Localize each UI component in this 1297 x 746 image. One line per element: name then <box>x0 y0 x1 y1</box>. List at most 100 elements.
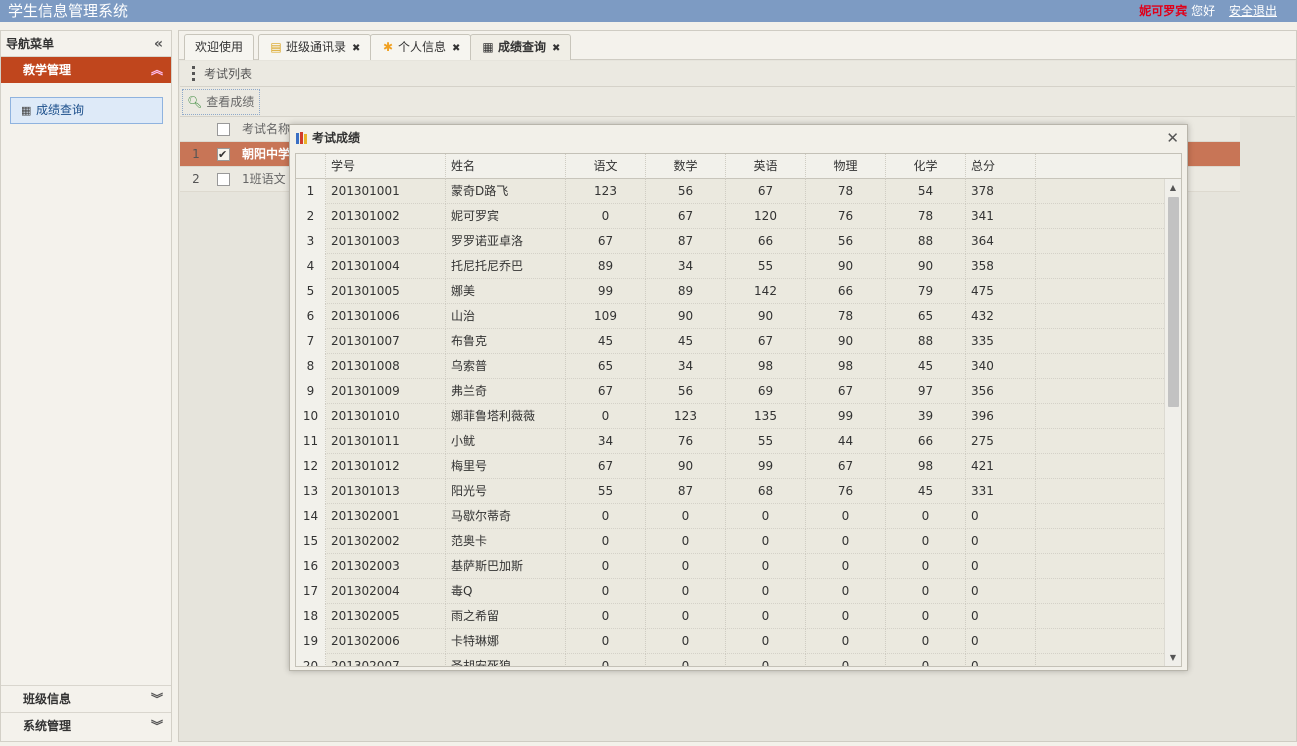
table-cell: 圣胡安死狼 <box>446 654 566 666</box>
table-row[interactable]: 9 201301009 弗兰奇 67 56 69 67 97 356 <box>296 379 1166 404</box>
row-number: 3 <box>296 229 326 254</box>
table-row[interactable]: 5 201301005 娜美 99 89 142 66 79 475 <box>296 279 1166 304</box>
table-cell: 201302005 <box>326 604 446 629</box>
table-cell: 蒙奇D路飞 <box>446 179 566 204</box>
row-number: 12 <box>296 454 326 479</box>
table-cell: 135 <box>726 404 806 429</box>
table-row[interactable]: 7 201301007 布鲁克 45 45 67 90 88 335 <box>296 329 1166 354</box>
table-row[interactable]: 10 201301010 娜菲鲁塔利薇薇 0 123 135 99 39 396 <box>296 404 1166 429</box>
column-header[interactable]: 化学 <box>886 154 966 179</box>
logout-link[interactable]: 安全退出 <box>1229 4 1277 18</box>
collapse-sidebar-icon[interactable]: « <box>154 31 163 57</box>
table-row[interactable]: 20 201302007 圣胡安死狼 0 0 0 0 0 0 <box>296 654 1166 666</box>
tab-score-query[interactable]: ▦ 成绩查询 ✖ <box>470 34 572 60</box>
table-cell: 0 <box>966 554 1036 579</box>
table-cell: 201301006 <box>326 304 446 329</box>
table-cell: 78 <box>806 304 886 329</box>
table-row[interactable]: 16 201302003 基萨斯巴加斯 0 0 0 0 0 0 <box>296 554 1166 579</box>
grid-icon: ▦ <box>21 104 32 117</box>
chevron-up-icon[interactable]: ︽ <box>151 57 163 83</box>
close-icon[interactable]: ✖ <box>352 43 360 54</box>
row-number: 20 <box>296 654 326 666</box>
table-cell: 341 <box>966 204 1036 229</box>
table-row[interactable]: 2 201301002 妮可罗宾 0 67 120 76 78 341 <box>296 204 1166 229</box>
table-row[interactable]: 13 201301013 阳光号 55 87 68 76 45 331 <box>296 479 1166 504</box>
row-number: 2 <box>192 172 200 186</box>
table-cell: 娜美 <box>446 279 566 304</box>
table-row[interactable]: 3 201301003 罗罗诺亚卓洛 67 87 66 56 88 364 <box>296 229 1166 254</box>
column-header[interactable]: 物理 <box>806 154 886 179</box>
table-cell: 54 <box>886 179 966 204</box>
table-row[interactable]: 14 201302001 马歇尔蒂奇 0 0 0 0 0 0 <box>296 504 1166 529</box>
table-row[interactable]: 6 201301006 山治 109 90 90 78 65 432 <box>296 304 1166 329</box>
sidebar-item-score-query[interactable]: ▦ 成绩查询 <box>10 97 163 124</box>
tab-personal-info[interactable]: ✱ 个人信息 ✖ <box>370 34 472 60</box>
exam-toolbar: 🔍︎ 查看成绩 <box>180 87 1295 117</box>
row-checkbox[interactable] <box>217 142 230 167</box>
table-cell: 0 <box>566 204 646 229</box>
close-icon[interactable]: ✕ <box>1166 125 1179 151</box>
app-header: 学生信息管理系统 妮可罗宾 您好 安全退出 <box>0 0 1297 22</box>
table-cell: 78 <box>806 179 886 204</box>
nav-group-class-info[interactable]: 班级信息 ︾ <box>1 685 171 711</box>
table-cell: 67 <box>566 229 646 254</box>
table-cell: 66 <box>806 279 886 304</box>
table-cell: 98 <box>726 354 806 379</box>
tab-class-contacts[interactable]: ▤ 班级通讯录 ✖ <box>258 34 372 60</box>
table-cell: 娜菲鲁塔利薇薇 <box>446 404 566 429</box>
scroll-down-icon[interactable]: ▼ <box>1165 651 1181 665</box>
table-row[interactable]: 15 201302002 范奥卡 0 0 0 0 0 0 <box>296 529 1166 554</box>
table-cell: 201301010 <box>326 404 446 429</box>
row-number: 1 <box>192 147 200 161</box>
column-header[interactable]: 姓名 <box>446 154 566 179</box>
select-all-checkbox[interactable] <box>217 123 230 136</box>
column-header[interactable]: 数学 <box>646 154 726 179</box>
column-header[interactable]: 语文 <box>566 154 646 179</box>
panel-title-text: 考试列表 <box>204 67 253 81</box>
table-cell: 0 <box>726 604 806 629</box>
table-row[interactable]: 17 201302004 毒Q 0 0 0 0 0 0 <box>296 579 1166 604</box>
column-header[interactable]: 英语 <box>726 154 806 179</box>
nav-group-teaching[interactable]: 教学管理 ︽ <box>1 57 171 83</box>
scroll-up-icon[interactable]: ▲ <box>1165 181 1181 195</box>
close-icon[interactable]: ✖ <box>552 43 560 54</box>
table-cell: 87 <box>646 479 726 504</box>
table-cell: 201301001 <box>326 179 446 204</box>
table-cell: 66 <box>726 229 806 254</box>
table-row[interactable]: 4 201301004 托尼托尼乔巴 89 34 55 90 90 358 <box>296 254 1166 279</box>
table-row[interactable]: 19 201302006 卡特琳娜 0 0 0 0 0 0 <box>296 629 1166 654</box>
table-row[interactable]: 8 201301008 乌索普 65 34 98 98 45 340 <box>296 354 1166 379</box>
vertical-scrollbar[interactable]: ▲ ▼ <box>1164 179 1181 666</box>
table-cell: 331 <box>966 479 1036 504</box>
table-cell: 0 <box>966 604 1036 629</box>
scores-grid: 学号 姓名 语文 数学 英语 物理 化学 总分 1 201301001 蒙奇D路飞 123 56 67 7… <box>295 153 1182 667</box>
row-number: 15 <box>296 529 326 554</box>
table-cell: 275 <box>966 429 1036 454</box>
table-row[interactable]: 12 201301012 梅里号 67 90 99 67 98 421 <box>296 454 1166 479</box>
table-cell: 201301009 <box>326 379 446 404</box>
table-cell: 76 <box>806 204 886 229</box>
table-cell: 0 <box>566 504 646 529</box>
column-header[interactable]: 总分 <box>966 154 1036 179</box>
table-cell: 0 <box>726 654 806 666</box>
nav-group-system[interactable]: 系统管理 ︾ <box>1 712 171 738</box>
view-scores-button[interactable]: 🔍︎ 查看成绩 <box>182 89 261 115</box>
table-row[interactable]: 1 201301001 蒙奇D路飞 123 56 67 78 54 378 <box>296 179 1166 204</box>
row-checkbox[interactable] <box>217 173 230 186</box>
column-header[interactable]: 学号 <box>326 154 446 179</box>
table-row[interactable]: 18 201302005 雨之希留 0 0 0 0 0 0 <box>296 604 1166 629</box>
table-row[interactable]: 11 201301011 小鱿 34 76 55 44 66 275 <box>296 429 1166 454</box>
table-cell: 98 <box>886 454 966 479</box>
table-cell: 托尼托尼乔巴 <box>446 254 566 279</box>
table-cell: 142 <box>726 279 806 304</box>
table-cell: 76 <box>646 429 726 454</box>
dialog-title-bar[interactable]: 考试成绩 ✕ <box>290 125 1187 151</box>
chevron-down-icon[interactable]: ︾ <box>151 713 163 739</box>
table-cell: 阳光号 <box>446 479 566 504</box>
chevron-down-icon[interactable]: ︾ <box>151 686 163 712</box>
nav-group-label: 教学管理 <box>23 63 72 77</box>
scrollbar-thumb[interactable] <box>1168 197 1179 407</box>
close-icon[interactable]: ✖ <box>452 43 460 54</box>
tab-welcome[interactable]: 欢迎使用 <box>184 34 255 60</box>
table-cell: 90 <box>886 254 966 279</box>
